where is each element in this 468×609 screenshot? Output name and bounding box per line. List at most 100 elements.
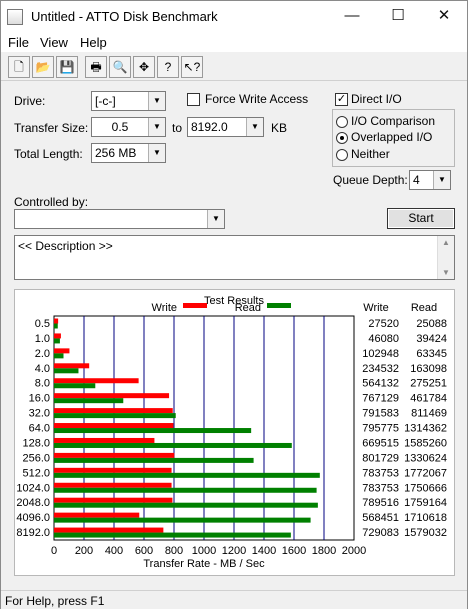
kb-label: KB (271, 121, 288, 135)
read-bar (54, 532, 291, 538)
io-comparison-radio[interactable] (336, 116, 348, 128)
print-icon[interactable]: 🖶 (85, 56, 107, 78)
transfer-size-from-select[interactable]: 0.5 ▼ (91, 117, 166, 137)
context-help-icon[interactable]: ↖? (181, 56, 203, 78)
queue-depth-select[interactable]: 4 ▼ (409, 170, 451, 190)
drive-select[interactable]: [-c-] ▼ (91, 91, 166, 111)
controlled-by-select[interactable]: ▼ (14, 209, 225, 229)
read-value: 25088 (416, 318, 447, 330)
x-tick-label: 1800 (312, 545, 336, 557)
legend-read-swatch (267, 303, 291, 308)
chevron-down-icon: ▼ (433, 171, 450, 189)
overlapped-io-radio[interactable] (336, 132, 348, 144)
y-tick-label: 2048.0 (16, 497, 50, 509)
maximize-button[interactable]: ☐ (375, 1, 421, 32)
total-length-select[interactable]: 256 MB ▼ (91, 143, 166, 163)
read-bar (54, 472, 320, 478)
chevron-down-icon: ▼ (246, 118, 263, 136)
force-write-checkbox[interactable] (187, 93, 200, 106)
y-tick-label: 512.0 (22, 467, 50, 479)
overlapped-io-label: Overlapped I/O (351, 130, 433, 144)
help-icon[interactable]: ? (157, 56, 179, 78)
read-bar (54, 413, 176, 419)
neither-label: Neither (351, 147, 390, 161)
menu-help[interactable]: Help (80, 35, 107, 50)
description-box[interactable]: << Description >> ▲ ▼ (14, 235, 455, 280)
y-tick-label: 16.0 (29, 393, 50, 405)
column-header-write: Write (363, 302, 388, 314)
close-button[interactable]: ✕ (421, 1, 467, 32)
direct-io-checkbox[interactable]: ✓ (335, 93, 348, 106)
write-value: 564132 (362, 378, 399, 390)
transfer-size-label: Transfer Size: (14, 121, 89, 135)
app-icon (7, 9, 23, 25)
move-icon[interactable]: ✥ (133, 56, 155, 78)
x-tick-label: 1400 (252, 545, 276, 557)
x-tick-label: 800 (165, 545, 183, 557)
app-window: Untitled - ATTO Disk Benchmark — ☐ ✕ Fil… (0, 0, 468, 609)
open-folder-icon[interactable]: 📂 (32, 56, 54, 78)
write-value: 234532 (362, 363, 399, 375)
description-scrollbar[interactable]: ▲ ▼ (437, 236, 454, 279)
y-tick-label: 32.0 (29, 408, 50, 420)
write-bar (54, 408, 173, 414)
y-tick-label: 2.0 (35, 348, 50, 360)
read-value: 811469 (411, 408, 447, 420)
write-value: 783753 (362, 467, 399, 479)
write-bar (54, 467, 172, 473)
read-bar (54, 428, 252, 434)
write-value: 729083 (362, 527, 399, 539)
y-tick-label: 1024.0 (16, 482, 50, 494)
x-tick-label: 400 (105, 545, 123, 557)
y-tick-label: 4.0 (35, 363, 50, 375)
y-tick-label: 8192.0 (16, 527, 50, 539)
menu-view[interactable]: View (40, 35, 68, 50)
drive-label: Drive: (14, 94, 46, 108)
start-button[interactable]: Start (387, 208, 455, 229)
queue-depth-label: Queue Depth: (333, 173, 408, 187)
read-bar (54, 517, 311, 523)
transfer-to-value: 8192.0 (191, 120, 228, 134)
chevron-down-icon: ▼ (148, 144, 165, 162)
read-value: 1585260 (404, 437, 447, 449)
write-value: 27520 (368, 318, 399, 330)
status-bar: For Help, press F1 (1, 590, 467, 609)
x-tick-label: 1600 (282, 545, 306, 557)
write-value: 102948 (362, 348, 399, 360)
read-value: 1759164 (404, 497, 447, 509)
x-tick-label: 200 (75, 545, 93, 557)
direct-io-label: Direct I/O (351, 92, 402, 106)
print-preview-icon[interactable]: 🔍 (109, 56, 131, 78)
y-tick-label: 0.5 (35, 318, 50, 330)
x-tick-label: 600 (135, 545, 153, 557)
write-bar (54, 512, 140, 518)
read-value: 1750666 (404, 482, 447, 494)
status-text: For Help, press F1 (5, 594, 105, 608)
neither-radio[interactable] (336, 149, 348, 161)
write-bar (54, 318, 59, 324)
read-value: 1330624 (404, 452, 447, 464)
read-value: 63345 (416, 348, 447, 360)
write-value: 795775 (362, 423, 399, 435)
minimize-button[interactable]: — (329, 1, 375, 32)
column-header-read: Read (411, 302, 437, 314)
y-tick-label: 256.0 (22, 452, 50, 464)
read-bar (54, 487, 317, 493)
description-text: << Description >> (18, 239, 113, 253)
total-length-value: 256 MB (95, 146, 137, 160)
legend-read-label: Read (235, 302, 261, 314)
new-file-icon[interactable]: 🗋 (8, 56, 30, 78)
write-bar (54, 363, 90, 369)
save-icon[interactable]: 💾 (56, 56, 78, 78)
queue-depth-value: 4 (413, 173, 420, 187)
write-value: 767129 (362, 393, 399, 405)
read-bar (54, 353, 64, 359)
transfer-size-to-select[interactable]: 8192.0 ▼ (187, 117, 264, 137)
write-bar (54, 437, 155, 443)
read-value: 1710618 (404, 512, 447, 524)
y-tick-label: 1.0 (35, 333, 50, 345)
menu-bar: File View Help (1, 32, 467, 52)
io-comparison-label: I/O Comparison (351, 114, 436, 128)
menu-file[interactable]: File (8, 35, 29, 50)
write-value: 789516 (362, 497, 399, 509)
